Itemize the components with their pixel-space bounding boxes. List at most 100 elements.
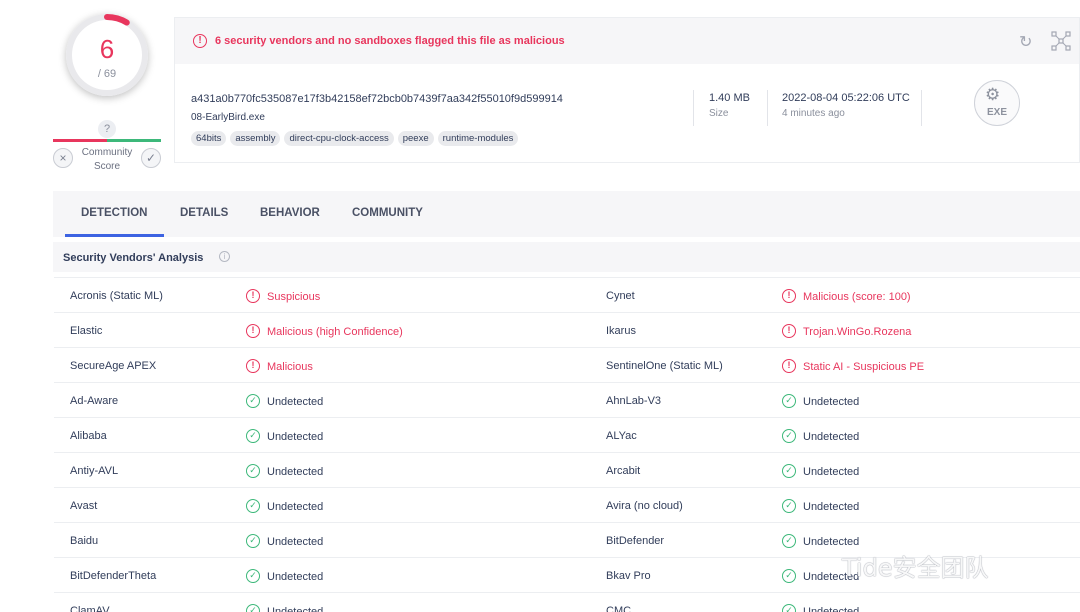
vendor-name: Alibaba xyxy=(70,430,107,442)
community-score-value: ? xyxy=(98,120,116,138)
vendor-result: ! Trojan.WinGo.Rozena xyxy=(782,324,912,338)
check-icon: ✓ xyxy=(246,394,260,408)
check-icon: ✓ xyxy=(246,429,260,443)
tab-detection[interactable]: DETECTION xyxy=(81,207,147,219)
tab-community[interactable]: COMMUNITY xyxy=(352,207,423,219)
alert-icon: ! xyxy=(782,289,796,303)
gear-icon: ⚙ xyxy=(985,85,1001,104)
community-label-line2: Score xyxy=(93,161,121,172)
vendor-name: Ikarus xyxy=(606,325,636,337)
vendor-result-text: Undetected xyxy=(267,570,324,583)
file-summary-card: ! 6 security vendors and no sandboxes fl… xyxy=(174,17,1080,163)
vendor-result-text: Undetected xyxy=(803,430,860,443)
vendor-result: ✓ Undetected xyxy=(782,429,860,443)
vendor-name: Antiy-AVL xyxy=(70,465,119,477)
vendor-result: ! Malicious (high Confidence) xyxy=(246,324,403,338)
table-row: Ad-Aware ✓ Undetected AhnLab-V3 ✓ Undetected xyxy=(54,383,1080,418)
watermark: Tide安全团队 xyxy=(842,554,989,582)
vendor-name: AhnLab-V3 xyxy=(606,395,662,407)
table-row: Alibaba ✓ Undetected ALYac ✓ Undetected xyxy=(54,418,1080,453)
alert-icon: ! xyxy=(782,324,796,338)
vendor-result: ✓ Undetected xyxy=(246,429,323,443)
vendor-name: Baidu xyxy=(70,535,99,547)
detection-total: / 69 xyxy=(97,68,117,80)
alert-icon: ! xyxy=(246,359,260,373)
vendor-name: ClamAV xyxy=(70,605,110,612)
vendor-result-text: Undetected xyxy=(803,535,860,548)
vendor-result: ✓ Undetected xyxy=(246,394,324,408)
detection-count: 6 xyxy=(99,34,115,64)
file-size-value: 1.40 MB xyxy=(709,92,750,104)
check-icon: ✓ xyxy=(782,604,796,612)
tag[interactable]: assembly xyxy=(230,131,281,146)
vote-malicious-button[interactable]: × xyxy=(53,148,73,168)
table-row: ClamAV ✓ Undetected CMC ✓ Undetected xyxy=(54,593,1080,612)
vendor-result-text: Undetected xyxy=(803,465,860,478)
check-icon: ✓ xyxy=(782,569,796,583)
vendor-result-text: Trojan.WinGo.Rozena xyxy=(803,325,912,338)
alert-icon: ! xyxy=(246,289,260,303)
tag[interactable]: peexe xyxy=(397,131,434,146)
tag[interactable]: direct-cpu-clock-access xyxy=(284,131,394,146)
vendor-result: ! Malicious xyxy=(246,359,313,373)
vendor-name: Bkav Pro xyxy=(606,570,651,582)
vendor-result-text: Malicious (high Confidence) xyxy=(267,325,403,338)
vendor-name: BitDefenderTheta xyxy=(70,570,157,582)
analysis-date-value: 2022-08-04 05:22:06 UTC xyxy=(782,92,910,104)
vote-harmless-button[interactable]: ✓ xyxy=(141,148,161,168)
check-icon: ✓ xyxy=(782,464,796,478)
check-icon: ✓ xyxy=(246,604,260,612)
vendor-name: Elastic xyxy=(70,325,103,337)
vendor-name: BitDefender xyxy=(606,535,665,547)
table-row: Antiy-AVL ✓ Undetected Arcabit ✓ Undetected xyxy=(54,453,1080,488)
vendor-result: ! Malicious (score: 100) xyxy=(782,289,911,303)
vendor-name: SentinelOne (Static ML) xyxy=(606,360,723,372)
detection-score-gauge: 6 / 69 xyxy=(66,14,148,96)
active-tab-indicator xyxy=(65,234,164,237)
vendor-result: ✓ Undetected xyxy=(246,569,324,583)
check-icon: ✓ xyxy=(782,534,796,548)
vendor-result-text: Static AI - Suspicious PE xyxy=(803,360,925,373)
table-row: Acronis (Static ML)! Suspicious Cynet! Mali… xyxy=(54,278,1080,313)
analysis-date-relative: 4 minutes ago xyxy=(782,108,845,119)
file-hash[interactable]: a431a0b770fc535087e17f3b42158ef72bcb0b74… xyxy=(191,93,563,105)
tag[interactable]: runtime-modules xyxy=(437,131,519,146)
community-label-line1: Community xyxy=(81,147,133,158)
file-type-icon: ⚙ EXE xyxy=(974,80,1020,126)
vendor-result: ✓ Undetected xyxy=(246,604,324,612)
vendor-result: ! Static AI - Suspicious PE xyxy=(782,359,925,373)
vendor-result-text: Undetected xyxy=(267,605,324,612)
alert-banner: ! 6 security vendors and no sandboxes fl… xyxy=(175,18,1079,64)
vendor-name: SecureAge APEX xyxy=(70,360,157,372)
vendor-name: Acronis (Static ML) xyxy=(70,290,163,302)
vendor-result: ✓ Undetected xyxy=(782,394,859,408)
vendor-result: ✓ Undetected xyxy=(782,534,860,548)
alert-icon: ! xyxy=(782,359,796,373)
check-icon: ✓ xyxy=(246,569,260,583)
alert-text: 6 security vendors and no sandboxes flag… xyxy=(215,35,565,47)
community-score-label: Community Score xyxy=(76,146,138,174)
vendor-result: ✓ Undetected xyxy=(246,534,323,548)
divider xyxy=(767,90,768,126)
tab-bar: DETECTION DETAILS BEHAVIOR COMMUNITY xyxy=(53,191,1080,237)
community-score-bar xyxy=(53,139,161,142)
tab-details[interactable]: DETAILS xyxy=(180,207,228,219)
vendor-result-text: Undetected xyxy=(803,605,860,612)
alert-icon: ! xyxy=(193,34,207,48)
divider xyxy=(921,90,922,126)
vendor-result-text: Undetected xyxy=(267,395,324,408)
tag[interactable]: 64bits xyxy=(191,131,227,146)
graph-view-icon[interactable] xyxy=(1051,31,1071,51)
divider xyxy=(693,90,694,126)
vendor-name: Avast xyxy=(70,500,98,512)
check-icon: ✓ xyxy=(782,499,796,513)
tab-behavior[interactable]: BEHAVIOR xyxy=(260,207,320,219)
alert-icon: ! xyxy=(246,324,260,338)
check-icon: ✓ xyxy=(246,534,260,548)
table-row: Elastic! Malicious (high Confidence) Ikaru… xyxy=(54,313,1080,348)
reanalyze-icon[interactable]: ↻ xyxy=(1019,32,1037,51)
info-icon[interactable]: i xyxy=(219,251,230,262)
vendor-name: Avira (no cloud) xyxy=(606,500,683,512)
check-icon: ✓ xyxy=(246,499,260,513)
vendor-name: ALYac xyxy=(606,430,637,442)
